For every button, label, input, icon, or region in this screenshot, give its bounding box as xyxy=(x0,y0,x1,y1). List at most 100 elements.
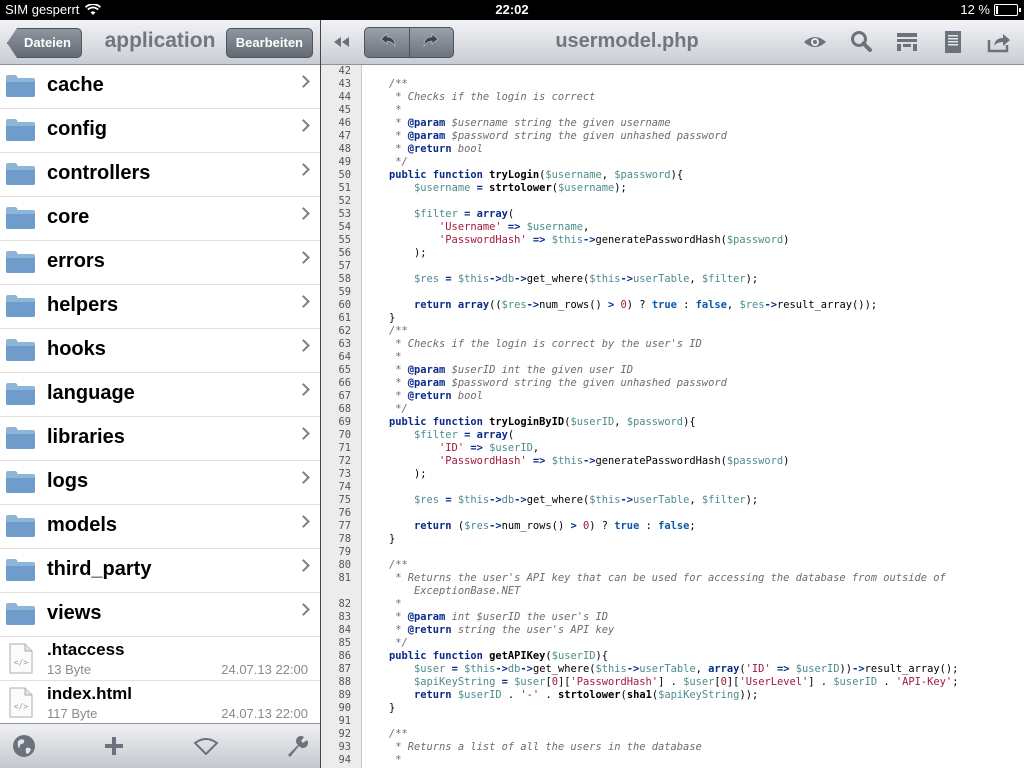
line-number: 55 xyxy=(338,234,351,246)
file-browser-navbar: Dateien application Bearbeiten xyxy=(0,20,320,65)
folder-name: core xyxy=(47,206,90,228)
line-number: 46 xyxy=(338,117,351,129)
folder-icon xyxy=(6,383,35,405)
code-text: * Returns the user's API key that can be… xyxy=(389,572,946,584)
battery-label: 12 % xyxy=(960,2,990,17)
folder-name: logs xyxy=(47,470,89,492)
line-number: 62 xyxy=(338,325,351,337)
folder-item[interactable]: third_party xyxy=(0,549,320,593)
wifi-icon[interactable] xyxy=(192,732,220,760)
chevron-right-icon xyxy=(297,339,310,352)
undo-button[interactable] xyxy=(365,28,409,57)
line-number: 52 xyxy=(338,195,351,207)
code-text: public function getAPIKey($userID){ xyxy=(389,650,608,662)
code-text: } xyxy=(389,312,396,324)
folder-icon xyxy=(6,295,35,317)
file-item[interactable]: </> .htaccess 13 Byte 24.07.13 22:00 xyxy=(0,637,320,681)
code-text: } xyxy=(389,702,396,714)
line-number: 89 xyxy=(338,689,351,701)
wrench-icon[interactable] xyxy=(283,732,311,760)
line-number: 54 xyxy=(338,221,351,233)
chevron-right-icon xyxy=(297,75,310,88)
undo-icon xyxy=(380,33,396,48)
line-number: 86 xyxy=(338,650,351,662)
line-number: 76 xyxy=(338,507,351,519)
globe-icon[interactable] xyxy=(10,732,38,760)
folder-icon xyxy=(6,163,35,185)
line-number: 59 xyxy=(338,286,351,298)
code-text: * xyxy=(389,104,402,116)
folder-item[interactable]: controllers xyxy=(0,153,320,197)
line-number: 50 xyxy=(338,169,351,181)
chevron-right-icon xyxy=(297,603,310,616)
redo-button[interactable] xyxy=(409,28,453,57)
code-text: /** xyxy=(389,728,408,740)
folder-item[interactable]: core xyxy=(0,197,320,241)
line-number: 44 xyxy=(338,91,351,103)
folder-item[interactable]: helpers xyxy=(0,285,320,329)
folder-item[interactable]: hooks xyxy=(0,329,320,373)
folder-item[interactable]: cache xyxy=(0,65,320,109)
share-icon[interactable] xyxy=(985,28,1013,56)
line-number: 93 xyxy=(338,741,351,753)
plus-icon[interactable] xyxy=(100,732,128,760)
code-text: $res = $this->db->get_where($this->userT… xyxy=(414,273,759,285)
chevron-right-icon xyxy=(297,207,310,220)
code-text: /** xyxy=(389,559,408,571)
folder-name: language xyxy=(47,382,135,404)
line-number: 87 xyxy=(338,663,351,675)
code-text: * @param $userID int the given user ID xyxy=(389,364,633,376)
code-text: /** xyxy=(389,325,408,337)
folder-item[interactable]: config xyxy=(0,109,320,153)
file-size: 13 Byte xyxy=(47,662,92,677)
code-text: } xyxy=(389,533,396,545)
line-number: 66 xyxy=(338,377,351,389)
folder-item[interactable]: views xyxy=(0,593,320,637)
chevron-right-icon xyxy=(297,559,310,572)
line-number: 53 xyxy=(338,208,351,220)
code-text: * @param int $userID the user's ID xyxy=(389,611,608,623)
file-browser-pane: Dateien application Bearbeiten cache conf… xyxy=(0,20,320,768)
folder-icon xyxy=(6,427,35,449)
html-file-icon: </> xyxy=(9,687,33,718)
back-button[interactable]: Dateien xyxy=(7,28,82,58)
file-item[interactable]: </> index.html 117 Byte 24.07.13 22:00 xyxy=(0,681,320,725)
line-number: 63 xyxy=(338,338,351,350)
line-number: 61 xyxy=(338,312,351,324)
code-text: return array(($res->num_rows() > 0) ? tr… xyxy=(414,299,878,311)
line-number: 42 xyxy=(338,65,351,77)
code-text: ExceptionBase.NET xyxy=(389,585,521,597)
code-text: * xyxy=(389,598,402,610)
folder-item[interactable]: errors xyxy=(0,241,320,285)
code-editor[interactable]: 42 43 /** 44 * Checks if the login is corre… xyxy=(321,65,1024,768)
document-icon[interactable] xyxy=(939,28,967,56)
chevron-right-icon xyxy=(297,427,310,440)
chevron-right-icon xyxy=(297,515,310,528)
folder-name: errors xyxy=(47,250,105,272)
folder-item[interactable]: language xyxy=(0,373,320,417)
folder-icon xyxy=(6,603,35,625)
eye-icon[interactable] xyxy=(801,28,829,56)
edit-button[interactable]: Bearbeiten xyxy=(225,28,313,58)
folder-item[interactable]: models xyxy=(0,505,320,549)
line-number: 72 xyxy=(338,455,351,467)
file-name: index.html xyxy=(47,684,133,703)
code-text: $apiKeyString = $user[0]['PasswordHash']… xyxy=(414,676,959,688)
code-text: */ xyxy=(389,403,408,415)
code-text: * @param $password string the given unha… xyxy=(389,130,727,142)
rewind-icon[interactable] xyxy=(328,28,356,56)
folder-item[interactable]: libraries xyxy=(0,417,320,461)
line-number: 92 xyxy=(338,728,351,740)
folder-name: controllers xyxy=(47,162,151,184)
folder-name: hooks xyxy=(47,338,106,360)
folder-item[interactable]: logs xyxy=(0,461,320,505)
search-icon[interactable] xyxy=(847,28,875,56)
line-number: 83 xyxy=(338,611,351,623)
line-number: 88 xyxy=(338,676,351,688)
undo-redo-control xyxy=(364,27,454,58)
chevron-right-icon xyxy=(297,383,310,396)
line-number: 85 xyxy=(338,637,351,649)
code-text: public function tryLogin($username, $pas… xyxy=(389,169,684,181)
layout-icon[interactable] xyxy=(893,28,921,56)
code-text: return ($res->num_rows() > 0) ? true : f… xyxy=(414,520,696,532)
